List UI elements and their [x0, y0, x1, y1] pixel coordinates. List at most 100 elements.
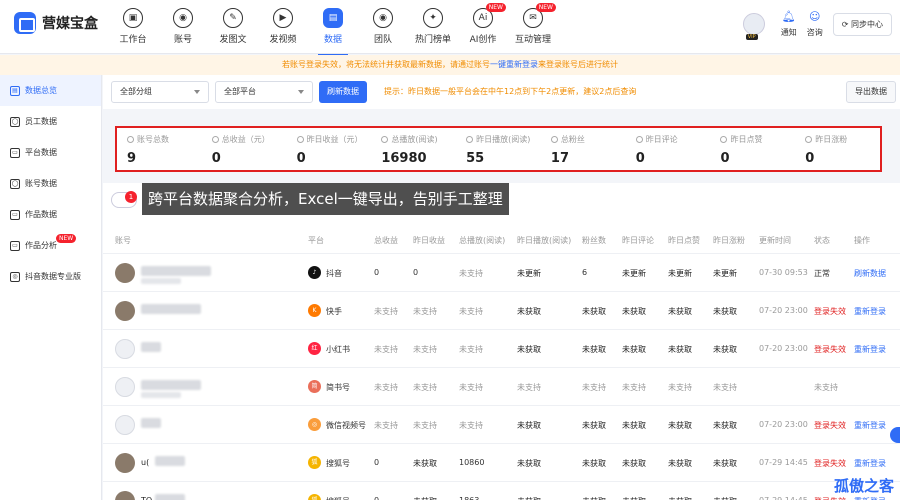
redacted-name [141, 266, 211, 276]
cell-y-fans: 未获取 [713, 421, 737, 430]
cell-action[interactable]: 重新登录 [854, 496, 886, 500]
account-table: 1 跨平台数据聚合分析，Excel一键导出，告别手工整理 账号 平台 总收益 昨日收益… [103, 183, 900, 500]
notify-button[interactable]: 🔔︎ 通知 [781, 10, 797, 38]
table-row: 红小红书 未支持 未支持 未支持 未获取 未获取 未获取 未获取 未获取 07-20 23:00 登… [103, 329, 900, 367]
stat-value: 0 [805, 151, 815, 166]
cell-y-income: 未支持 [413, 421, 437, 430]
cell-action[interactable]: 重新登录 [854, 458, 886, 469]
export-data-button[interactable]: 导出数据 [846, 81, 896, 103]
column-header: 昨日涨粉 [713, 236, 745, 245]
sidebar-item-0[interactable]: ▤ 数据总览 [0, 75, 101, 106]
sidebar-item-2[interactable]: ▭ 平台数据 [0, 137, 101, 168]
cell-total-play: 未支持 [459, 269, 483, 278]
cell-fans: 未获取 [582, 345, 606, 354]
table-row: K 快手 未支持 未支持 未支持 未获取 未获取 未获取 未获取 未获取 07-20 23:00 登录… [103, 291, 900, 329]
sidebar-item-6[interactable]: ◎ 抖音数据专业版 [0, 261, 101, 292]
stat-label: 昨日评论 [635, 134, 711, 145]
column-header: 总收益 [374, 236, 398, 245]
filter-bar: 全部分组 全部平台 刷新数据 提示：昨日数据一般平台会在中午12点到下午2点更新… [103, 75, 900, 109]
cell-updated: 07-20 23:00 [759, 420, 808, 429]
redacted-subtitle [141, 392, 181, 398]
stat-value: 0 [211, 151, 221, 166]
stat-icon [635, 136, 643, 143]
cell-y-comment: 未支持 [622, 383, 646, 392]
column-header: 状态 [814, 236, 830, 245]
cell-action[interactable]: 重新登录 [854, 344, 886, 355]
cell-action[interactable]: 重新登录 [854, 306, 886, 317]
cell-total-income: 未支持 [374, 307, 398, 316]
sidebar-item-label: 作品数据 [25, 210, 57, 219]
stat-card: 账号总数 9 [117, 128, 202, 170]
redacted-name [155, 456, 185, 466]
cell-total-play: 1863 [459, 496, 479, 500]
sidebar-icon: ▭ [10, 147, 20, 158]
sidebar: ▤ 数据总览 ◯ 员工数据 ▭ 平台数据 ◯ 账号数据 ▭ 作品数据 ▭ 作品分析 NEW ◎ 抖音数据专业… [0, 75, 102, 500]
cell-fans: 未支持 [582, 383, 606, 392]
consult-button[interactable]: ☺ 咨询 [807, 10, 823, 38]
sidebar-item-5[interactable]: ▭ 作品分析 NEW [0, 230, 101, 261]
sidebar-icon: ▭ [10, 209, 20, 220]
nav-icon: ▶ [273, 8, 293, 28]
platform-select[interactable]: 全部平台 [215, 81, 313, 103]
cell-status: 登录失效 [814, 345, 846, 354]
nav-label: 互动管理 [514, 35, 551, 45]
account-name: TO [141, 496, 152, 500]
nav-label: 热门榜单 [414, 35, 451, 45]
cell-y-fans: 未支持 [713, 383, 737, 392]
user-avatar[interactable] [742, 13, 765, 40]
platform-icon: ♪ [308, 266, 321, 279]
table-header: 账号 平台 总收益 昨日收益 总播放(阅读) 昨日播放(阅读) 粉丝数 昨日评论 昨日点赞 昨日涨… [103, 227, 900, 253]
nav-item-3[interactable]: ▶ 发视频 [258, 6, 308, 50]
cell-y-income: 未获取 [413, 459, 437, 468]
nav-item-6[interactable]: ✦ 热门榜单 [408, 6, 458, 50]
group-select[interactable]: 全部分组 [111, 81, 209, 103]
cell-y-play: 未获取 [517, 307, 541, 316]
cell-updated: 07-30 09:53 [759, 268, 808, 277]
sidebar-item-3[interactable]: ◯ 账号数据 [0, 168, 101, 199]
sidebar-item-1[interactable]: ◯ 员工数据 [0, 106, 101, 137]
floating-help-button[interactable] [890, 427, 900, 443]
nav-item-7[interactable]: Ai AI创作 NEW [458, 3, 508, 50]
redacted-name [155, 494, 185, 500]
watermark: 孤傲之客 [833, 477, 894, 495]
platform-name: 微信视频号 [326, 421, 366, 430]
stat-card: 总收益（元） 0 [202, 128, 287, 170]
nav-item-0[interactable]: ▣ 工作台 [108, 6, 158, 50]
cell-y-play: 未获取 [517, 459, 541, 468]
nav-item-1[interactable]: ◉ 账号 [158, 6, 208, 50]
sidebar-icon: ▤ [10, 85, 20, 96]
nav-label: 数据 [323, 35, 342, 45]
nav-item-8[interactable]: ✉ 互动管理 NEW [508, 3, 558, 50]
main-nav: ▣ 工作台 ◉ 账号 ✎ 发图文 ▶ 发视频 ▤ 数据 ◉ 团队 ✦ 热门榜单 Ai AI创作 NEW ✉ 互动管理… [108, 3, 558, 56]
cell-y-fans: 未获取 [713, 459, 737, 468]
stat-icon [466, 136, 474, 143]
column-header: 平台 [308, 236, 324, 245]
cell-y-like: 未获取 [668, 345, 692, 354]
top-bar: 营媒宝盒 ▣ 工作台 ◉ 账号 ✎ 发图文 ▶ 发视频 ▤ 数据 ◉ 团队 ✦ 热门榜单 Ai AI创作 NEW… [0, 0, 900, 56]
cell-action[interactable]: 重新登录 [854, 420, 886, 431]
app-logo[interactable]: 营媒宝盒 [14, 12, 98, 34]
relogin-link[interactable]: 一键重新登录 [490, 60, 538, 69]
nav-item-5[interactable]: ◉ 团队 [358, 6, 408, 50]
login-notice-banner: 若账号登录失效，将无法统计并获取最新数据，请通过账号一键重新登录来登录账号后进行… [0, 55, 900, 75]
main-content: 全部分组 全部平台 刷新数据 提示：昨日数据一般平台会在中午12点到下午2点更新… [103, 75, 900, 500]
stat-value: 0 [720, 151, 730, 166]
cell-y-play: 未获取 [517, 345, 541, 354]
platform-name: 小红书 [326, 345, 350, 354]
sidebar-item-4[interactable]: ▭ 作品数据 [0, 199, 101, 230]
platform-icon: K [308, 304, 321, 317]
refresh-data-button[interactable]: 刷新数据 [319, 81, 367, 103]
chat-icon: ☺ [809, 10, 821, 23]
cell-action[interactable]: 刷新数据 [854, 268, 886, 279]
account-avatar [115, 301, 135, 321]
top-right-tools: 🔔︎ 通知 ☺ 咨询 ⟳ 同步中心 [742, 10, 892, 40]
nav-item-2[interactable]: ✎ 发图文 [208, 6, 258, 50]
stat-card: 昨日收益（元） 0 [287, 128, 372, 170]
app-name: 营媒宝盒 [42, 16, 98, 32]
nav-label: 发图文 [219, 35, 247, 45]
cell-y-income: 未支持 [413, 307, 437, 316]
new-badge: NEW [485, 3, 506, 12]
nav-item-4[interactable]: ▤ 数据 [308, 6, 358, 56]
sync-center-button[interactable]: ⟳ 同步中心 [832, 12, 892, 36]
cell-fans: 未获取 [582, 459, 606, 468]
